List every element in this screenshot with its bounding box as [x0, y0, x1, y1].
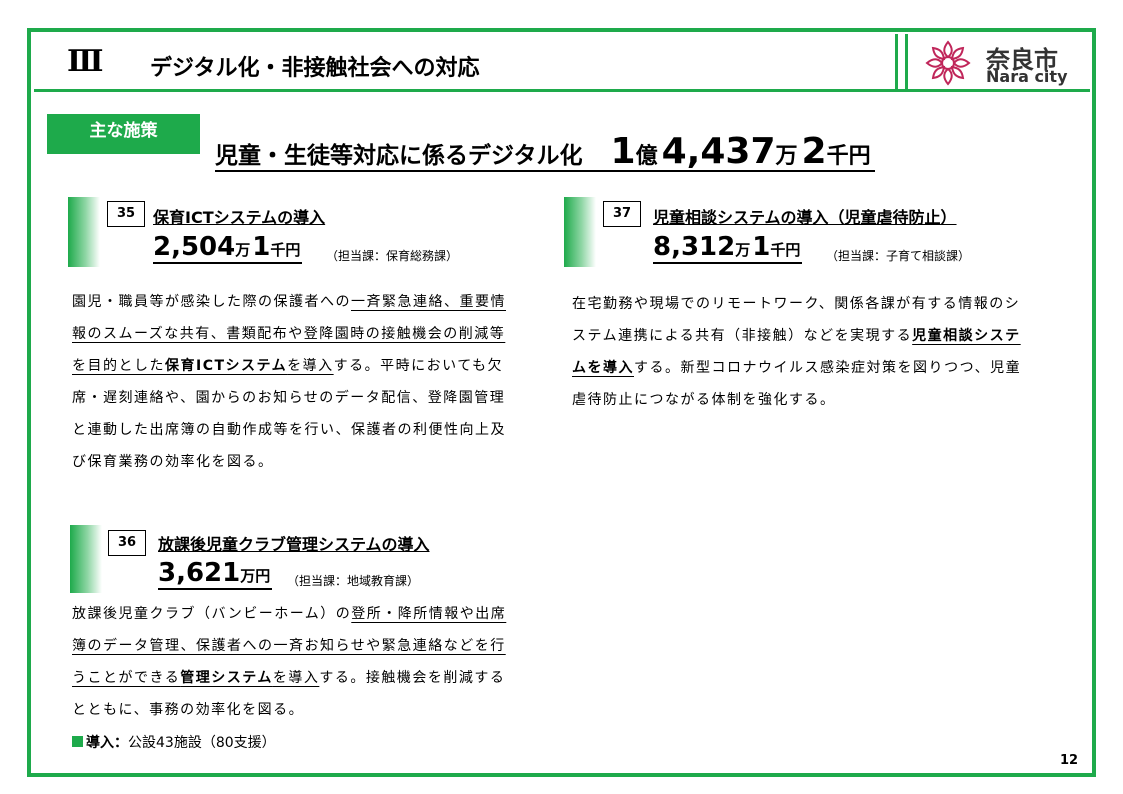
- page-number: 12: [1060, 753, 1079, 768]
- amount-number: 1: [752, 232, 771, 262]
- amount-number: 8,312: [653, 232, 736, 262]
- nara-city-logo: 奈良市 Nara city: [924, 38, 1084, 88]
- item-number: 37: [603, 201, 641, 227]
- amount-number: 2,504: [153, 232, 236, 262]
- measures-badge: 主な施策: [47, 114, 200, 154]
- item-amount: 2,504 万 1 千円: [153, 232, 303, 264]
- main-heading: 児童・生徒等対応に係るデジタル化 1 億 4,437 万 2 千円: [215, 134, 875, 172]
- item-amount: 3,621 万円: [158, 558, 273, 590]
- item-accent-bar: [68, 197, 100, 267]
- header-divider: [905, 34, 908, 90]
- intro-note: 導入：公設43施設（80支援）: [72, 732, 276, 752]
- intro-label: 導入：: [86, 735, 128, 751]
- amount-number: 3,621: [158, 558, 241, 588]
- main-amount-unit: 万: [775, 144, 798, 169]
- description-segment: 保育ICTシステム: [165, 358, 288, 374]
- description-segment: を導入: [272, 670, 320, 686]
- amount-number: 1: [252, 232, 271, 262]
- city-emblem-icon: [925, 40, 971, 86]
- amount-unit: 万: [735, 241, 751, 259]
- item-accent-bar: [564, 197, 596, 267]
- description-segment: 園児・職員等が感染した際の保護者への: [72, 294, 351, 310]
- item-title: 児童相談システムの導入（児童虐待防止）: [653, 208, 957, 227]
- description-segment: する。新型コロナウイルス感染症対策を図りつつ、児童虐待防止につながる体制を強化す…: [572, 360, 1022, 408]
- section-number: Ⅲ: [67, 44, 104, 79]
- item-description: 放課後児童クラブ（バンビーホーム）の登所・降所情報や出席簿のデータ管理、保護者へ…: [72, 598, 518, 726]
- main-title: 児童・生徒等対応に係るデジタル化: [215, 143, 583, 169]
- header-divider: [895, 34, 898, 90]
- item-amount: 8,312 万 1 千円: [653, 232, 803, 264]
- amount-unit: 千円: [770, 241, 801, 259]
- item-number: 35: [107, 201, 145, 227]
- description-segment: 放課後児童クラブ（バンビーホーム）の: [72, 606, 352, 622]
- item-accent-bar: [70, 525, 102, 593]
- item-department: （担当課：保育総務課）: [326, 249, 459, 263]
- item-title: 保育ICTシステムの導入: [153, 208, 326, 227]
- item-title: 放課後児童クラブ管理システムの導入: [158, 535, 430, 554]
- item-department: （担当課：子育て相談課）: [826, 249, 971, 263]
- amount-unit: 千円: [270, 241, 301, 259]
- main-amount-man: 4,437: [661, 131, 776, 172]
- page-title: デジタル化・非接触社会への対応: [150, 56, 480, 81]
- amount-unit: 万: [235, 241, 251, 259]
- description-segment: 管理システム: [180, 670, 273, 686]
- main-amount-unit: 億: [635, 144, 658, 169]
- item-department: （担当課：地域教育課）: [287, 574, 420, 588]
- main-amount-unit: 千円: [826, 144, 871, 169]
- item-description: 在宅勤務や現場でのリモートワーク、関係各課が有する情報のシステム連携による共有（…: [572, 288, 1034, 416]
- intro-value: 公設43施設（80支援）: [128, 735, 276, 751]
- item-number: 36: [108, 530, 146, 556]
- logo-english-name: Nara city: [986, 67, 1068, 86]
- green-square-icon: [72, 736, 83, 747]
- amount-unit: 万円: [240, 567, 271, 585]
- description-segment: を導入: [287, 358, 334, 374]
- main-amount-oku: 1: [610, 131, 636, 172]
- description-segment: する。平時においても欠席・遅刻連絡や、園からのお知らせのデータ配信、登降園管理と…: [72, 358, 506, 470]
- main-amount-sen: 2: [801, 131, 827, 172]
- item-description: 園児・職員等が感染した際の保護者への一斉緊急連絡、重要情報のスムーズな共有、書類…: [72, 286, 518, 478]
